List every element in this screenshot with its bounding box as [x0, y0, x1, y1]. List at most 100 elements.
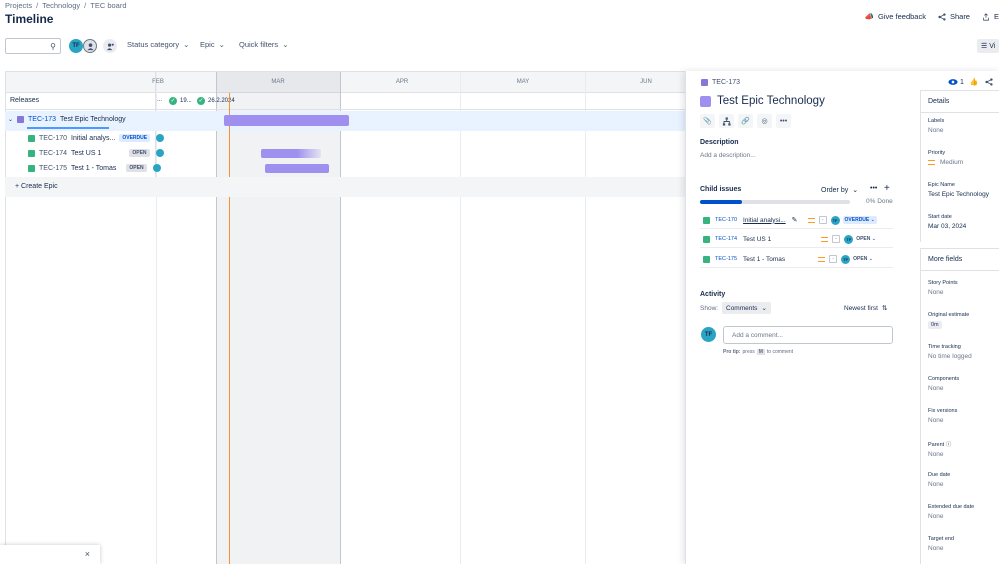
- watch-count: 1: [960, 78, 964, 86]
- avatar[interactable]: TF: [841, 254, 851, 264]
- details-header[interactable]: Details: [921, 91, 999, 113]
- sort-order-button[interactable]: Newest first ⇅: [844, 304, 887, 313]
- issue-key-link[interactable]: TEC-173: [712, 79, 740, 86]
- issue-title[interactable]: Test US 1: [71, 150, 101, 157]
- breadcrumb-technology[interactable]: Technology: [42, 1, 80, 10]
- quick-filters-filter[interactable]: Quick filters ⌄: [239, 40, 288, 49]
- field-priority[interactable]: Priority Medium: [928, 150, 992, 182]
- view-settings-button[interactable]: ☰ Vi: [977, 39, 999, 53]
- sidebar-field[interactable]: Parent ⓘ None: [928, 440, 992, 472]
- status-category-filter[interactable]: Status category ⌄: [127, 40, 189, 49]
- epic-filter[interactable]: Epic ⌄: [200, 40, 225, 49]
- issue-title[interactable]: Test US 1: [743, 236, 771, 243]
- child-timeline-bar[interactable]: [265, 164, 329, 173]
- check-circle-icon: ✓: [169, 97, 177, 105]
- avatar[interactable]: TF: [69, 39, 83, 53]
- search-input[interactable]: ⚲: [5, 38, 61, 54]
- sidebar-field[interactable]: Fix versions None: [928, 408, 992, 440]
- sidebar-field[interactable]: Due date None: [928, 472, 992, 504]
- status-dropdown[interactable]: OVERDUE ⌄: [842, 216, 877, 224]
- more-icon[interactable]: •••: [776, 114, 791, 128]
- give-feedback-button[interactable]: 📣 Give feedback: [865, 12, 926, 21]
- list-item[interactable]: TEC-175 Test 1 - Tomas - TF OPEN ⌄: [700, 251, 893, 268]
- watch-button[interactable]: 1: [948, 78, 964, 86]
- issue-title[interactable]: Test 1 - Tomas: [71, 165, 116, 172]
- attach-icon[interactable]: 📎: [700, 114, 715, 128]
- field-label-text: Story Points: [928, 280, 958, 286]
- issue-key[interactable]: TEC-175: [715, 256, 737, 262]
- estimate-box[interactable]: -: [829, 255, 838, 263]
- issue-key[interactable]: TEC-175: [39, 165, 67, 172]
- description-input[interactable]: Add a description...: [700, 152, 756, 159]
- epic-key[interactable]: TEC-173: [28, 116, 56, 123]
- sidebar-field[interactable]: Time tracking No time logged: [928, 344, 992, 376]
- estimate-box[interactable]: -: [818, 216, 827, 224]
- list-item[interactable]: TEC-174 Test US 1 - TF OPEN ⌄: [700, 231, 893, 248]
- settings-target-icon[interactable]: ◎: [757, 114, 772, 128]
- sidebar-field[interactable]: Original estimate 0m: [928, 312, 992, 344]
- issue-summary[interactable]: Test Epic Technology: [717, 95, 825, 107]
- breadcrumb-projects[interactable]: Projects: [5, 1, 32, 10]
- child-row-tec-174[interactable]: TEC-174 Test US 1 OPEN: [28, 149, 164, 157]
- child-timeline-bar[interactable]: [261, 149, 321, 158]
- field-epic-name[interactable]: Epic Name Test Epic Technology: [928, 182, 992, 214]
- child-row-tec-175[interactable]: TEC-175 Test 1 - Tomas OPEN: [28, 164, 161, 172]
- sidebar-field[interactable]: Story Points None: [928, 280, 992, 312]
- avatar[interactable]: TF: [844, 234, 854, 244]
- sidebar-field[interactable]: Target end None: [928, 536, 992, 564]
- status-dropdown[interactable]: OPEN ⌄: [853, 256, 873, 262]
- releases-label: Releases: [10, 97, 40, 104]
- estimate-box[interactable]: -: [832, 235, 841, 243]
- close-icon[interactable]: ×: [85, 549, 90, 559]
- epic-row[interactable]: ⌄ TEC-173 Test Epic Technology: [8, 116, 126, 123]
- comments-filter-dropdown[interactable]: Comments ⌄: [722, 302, 771, 314]
- sidebar-field[interactable]: Extended due date None: [928, 504, 992, 536]
- list-item[interactable]: TEC-170 Initial analysi... ✎ - TF OVERDU…: [700, 212, 893, 229]
- info-icon[interactable]: ⓘ: [944, 442, 952, 448]
- add-people-icon[interactable]: [103, 39, 117, 53]
- status-dropdown[interactable]: OPEN ⌄: [856, 236, 876, 242]
- field-label-text: Parent: [928, 442, 945, 448]
- sidebar-field[interactable]: Components None: [928, 376, 992, 408]
- child-row-tec-170[interactable]: TEC-170 Initial analys... OVERDUE: [28, 134, 165, 142]
- issue-key[interactable]: TEC-174: [715, 236, 737, 242]
- add-child-icon[interactable]: +: [884, 183, 890, 194]
- child-progress-bar: [700, 200, 850, 204]
- release-marker[interactable]: ...: [157, 97, 162, 103]
- epic-progress-underline: [27, 127, 109, 129]
- epic-color-swatch[interactable]: [700, 95, 711, 107]
- field-labels[interactable]: Labels None: [928, 118, 992, 150]
- share-button[interactable]: Share: [938, 12, 970, 21]
- issue-key[interactable]: TEC-170: [39, 135, 67, 142]
- chevron-down-icon[interactable]: ⌄: [8, 116, 13, 123]
- story-icon: [703, 255, 710, 263]
- share-icon: [938, 12, 946, 21]
- issue-title[interactable]: Initial analys...: [71, 135, 115, 142]
- comment-input[interactable]: Add a comment...: [723, 326, 893, 344]
- breadcrumb-tec-board[interactable]: TEC board: [90, 1, 126, 10]
- more-fields-card: More fields Story Points None Original est…: [920, 248, 999, 564]
- field-start-date[interactable]: Start date Mar 03, 2024: [928, 214, 992, 246]
- edit-pencil-icon[interactable]: ✎: [792, 216, 798, 224]
- epic-timeline-bar[interactable]: [224, 115, 349, 126]
- link-icon[interactable]: 🔗: [738, 114, 753, 128]
- share-icon[interactable]: [985, 78, 993, 86]
- thumbs-up-icon[interactable]: 👍: [970, 78, 979, 86]
- issue-key[interactable]: TEC-174: [39, 150, 67, 157]
- epic-title[interactable]: Test Epic Technology: [60, 116, 126, 123]
- more-fields-header[interactable]: More fields: [921, 249, 999, 271]
- child-issue-icon[interactable]: [719, 114, 734, 128]
- avatar[interactable]: TF: [830, 215, 840, 225]
- issue-key[interactable]: TEC-170: [715, 217, 737, 223]
- user-avatar-icon[interactable]: [83, 39, 97, 53]
- details-card: Details Labels None Priority Medium Epic…: [920, 90, 999, 242]
- release-marker[interactable]: ✓ 19...: [169, 97, 192, 105]
- create-epic-button[interactable]: + Create Epic: [15, 183, 58, 190]
- issue-title[interactable]: Initial analysi...: [743, 217, 786, 224]
- check-circle-icon: ✓: [197, 97, 205, 105]
- issue-title[interactable]: Test 1 - Tomas: [743, 256, 785, 263]
- export-button[interactable]: E: [982, 12, 999, 21]
- order-by-button[interactable]: Order by ⌄: [821, 186, 858, 195]
- field-value: Mar 03, 2024: [928, 223, 967, 230]
- more-icon[interactable]: •••: [870, 185, 877, 192]
